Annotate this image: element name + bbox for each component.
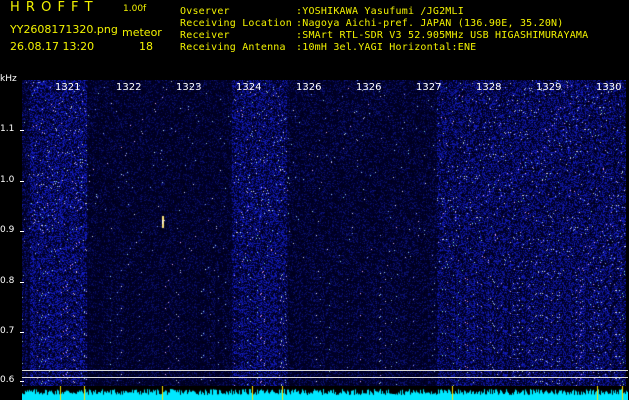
- app-title: H R O F F T: [10, 0, 94, 15]
- observer-key: Ovserver: [180, 6, 230, 17]
- x-tick-label: 1329: [536, 82, 562, 93]
- y-tick-label: 0.6: [0, 375, 15, 385]
- y-tick-label: 0.8: [0, 276, 15, 286]
- x-tick-label: 1330: [596, 82, 622, 93]
- y-tick-mark: [20, 181, 24, 182]
- file-name: YY2608171320.png: [10, 23, 118, 36]
- y-tick-mark: [20, 381, 24, 382]
- y-tick-label: 1.1: [0, 124, 15, 134]
- app-version: 1.00f: [123, 4, 147, 14]
- meteor-label: meteor: [122, 26, 162, 39]
- x-tick-label: 1326: [356, 82, 382, 93]
- antenna-value: :10mH 3el.YAGI Horizontal:ENE: [296, 42, 477, 53]
- observer-value: :YOSHIKAWA Yasufumi /JG2MLI: [296, 6, 464, 17]
- x-tick-label: 1327: [416, 82, 442, 93]
- spectrogram: [22, 80, 626, 400]
- x-tick-label: 1322: [116, 82, 142, 93]
- y-tick-mark: [20, 332, 24, 333]
- receiver-key: Receiver: [180, 30, 230, 41]
- y-tick-label: 0.9: [0, 225, 15, 235]
- x-tick-label: 1321: [55, 82, 81, 93]
- meteor-count: 18: [139, 40, 153, 53]
- y-tick-label: 1.0: [0, 175, 15, 185]
- x-tick-label: 1326: [296, 82, 322, 93]
- x-tick-label: 1328: [476, 82, 502, 93]
- y-axis-unit: kHz: [0, 74, 17, 84]
- reference-line-upper: [22, 370, 628, 371]
- hrofft-window: { "app": { "title": "H R O F F T", "vers…: [0, 0, 629, 400]
- y-tick-mark: [20, 282, 24, 283]
- y-tick-mark: [20, 231, 24, 232]
- reference-line-lower: [22, 377, 628, 378]
- amplitude-trace: [22, 386, 628, 400]
- x-tick-label: 1324: [236, 82, 262, 93]
- location-value: :Nagoya Aichi-pref. JAPAN (136.90E, 35.2…: [296, 18, 564, 29]
- receiver-value: :SMArt RTL-SDR V3 52.905MHz USB HIGASHIM…: [296, 30, 589, 41]
- date-time: 26.08.17 13:20: [10, 40, 95, 53]
- location-key: Receiving Location: [180, 18, 292, 29]
- x-tick-label: 1323: [176, 82, 202, 93]
- y-tick-label: 0.7: [0, 326, 15, 336]
- antenna-key: Receiving Antenna: [180, 42, 286, 53]
- y-tick-mark: [20, 130, 24, 131]
